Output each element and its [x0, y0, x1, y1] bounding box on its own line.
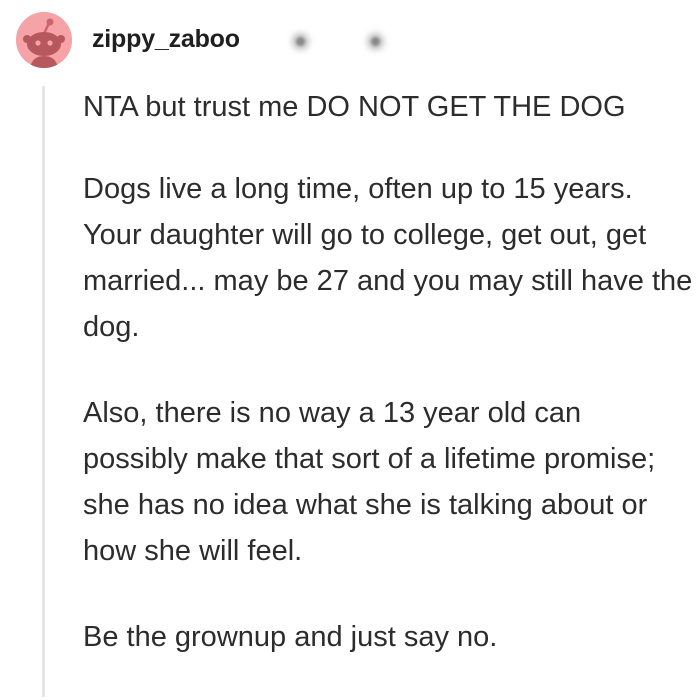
comment: zippy_zaboo NTA but trust me DO NOT GET …: [0, 0, 700, 697]
comment-paragraph: NTA but trust me DO NOT GET THE DOG: [83, 91, 626, 123]
reddit-snoo-icon: [16, 12, 72, 68]
comment-paragraph: Also, there is no way a 13 year old can …: [83, 397, 656, 567]
comment-paragraph: Be the grownup and just say no.: [83, 621, 498, 653]
avatar[interactable]: [16, 12, 72, 68]
blurred-badge-icon: [371, 37, 380, 46]
username[interactable]: zippy_zaboo: [92, 25, 240, 54]
thread-line[interactable]: [42, 86, 45, 697]
comment-paragraph: Dogs live a long time, often up to 15 ye…: [83, 173, 693, 343]
comment-body: NTA but trust me DO NOT GET THE DOG Dogs…: [83, 84, 693, 700]
blurred-badge-icon: [296, 37, 305, 46]
